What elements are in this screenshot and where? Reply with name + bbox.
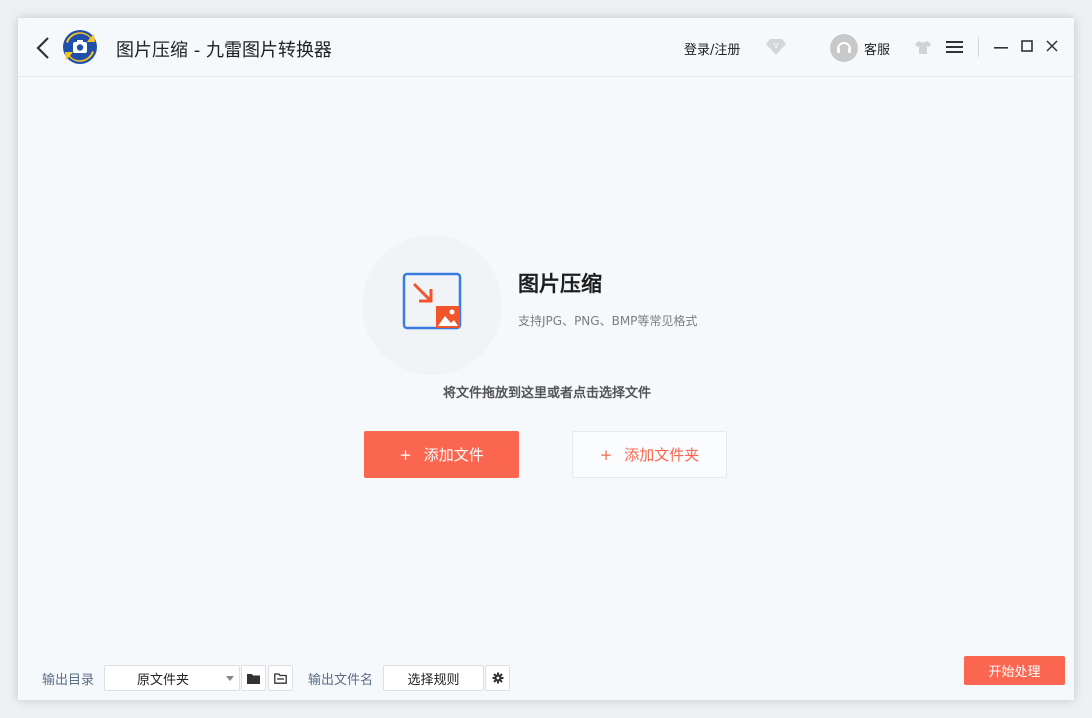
folder-icon bbox=[247, 673, 260, 684]
gear-icon bbox=[492, 672, 503, 684]
select-rule-button[interactable]: 选择规则 bbox=[383, 665, 484, 691]
output-dir-select[interactable]: 原文件夹 bbox=[104, 665, 240, 691]
titlebar-divider bbox=[978, 37, 979, 57]
app-logo bbox=[63, 30, 97, 64]
browse-folder-button[interactable] bbox=[268, 665, 293, 691]
output-dir-value: 原文件夹 bbox=[137, 672, 190, 688]
output-dir-label: 输出目录 bbox=[42, 673, 95, 688]
app-title: 图片压缩 - 九雷图片转换器 bbox=[116, 40, 332, 61]
svg-text:V: V bbox=[774, 42, 779, 50]
add-folder-button[interactable]: + 添加文件夹 bbox=[572, 431, 727, 478]
add-file-button[interactable]: + 添加文件 bbox=[364, 431, 519, 478]
rule-settings-button[interactable] bbox=[485, 665, 510, 691]
menu-icon[interactable] bbox=[946, 40, 963, 54]
close-icon[interactable] bbox=[1046, 40, 1058, 52]
output-filename-label: 输出文件名 bbox=[308, 673, 374, 688]
feature-title: 图片压缩 bbox=[518, 272, 602, 296]
customer-service-label: 客服 bbox=[864, 42, 891, 58]
drop-zone-hint[interactable]: 将文件拖放到这里或者点击选择文件 bbox=[18, 382, 1074, 401]
plus-icon: + bbox=[399, 445, 412, 464]
back-arrow-icon[interactable] bbox=[34, 35, 52, 61]
add-folder-label: 添加文件夹 bbox=[624, 446, 700, 464]
vip-diamond-icon[interactable]: V bbox=[766, 38, 786, 56]
minimize-icon[interactable] bbox=[994, 38, 1008, 56]
open-folder-button[interactable] bbox=[241, 665, 266, 691]
add-file-label: 添加文件 bbox=[423, 446, 484, 464]
login-register-link[interactable]: 登录/注册 bbox=[684, 39, 740, 58]
plus-icon: + bbox=[599, 445, 613, 464]
skin-shirt-icon[interactable] bbox=[914, 40, 932, 55]
title-bar: 图片压缩 - 九雷图片转换器 登录/注册 V 客服 bbox=[18, 18, 1074, 77]
headset-icon bbox=[830, 34, 858, 62]
customer-service-button[interactable]: 客服 bbox=[830, 33, 890, 63]
folder-open-icon bbox=[274, 672, 287, 684]
chevron-down-icon bbox=[226, 676, 234, 681]
image-compress-icon bbox=[402, 272, 462, 330]
start-processing-button[interactable]: 开始处理 bbox=[964, 656, 1065, 685]
app-window: 图片压缩 - 九雷图片转换器 登录/注册 V 客服 图片压缩 支持JPG、PNG… bbox=[18, 18, 1074, 700]
feature-subtitle: 支持JPG、PNG、BMP等常见格式 bbox=[518, 314, 698, 328]
maximize-icon[interactable] bbox=[1021, 40, 1033, 52]
